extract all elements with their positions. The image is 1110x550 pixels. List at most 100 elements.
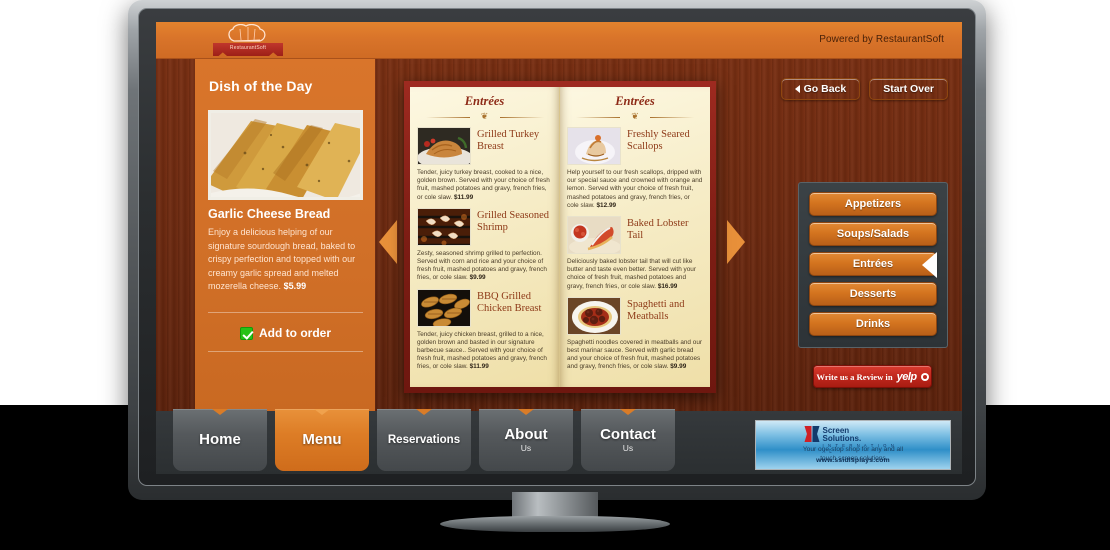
footer-nav: Home Menu Reservations About Us Contact [156,409,962,474]
lobster-tail-image [568,217,620,254]
category-button-soups-salads[interactable]: Soups/Salads [809,222,937,246]
spaghetti-meatballs-image [568,297,620,334]
monitor-stand-base [440,516,670,532]
menu-item-price: $12.99 [596,201,617,209]
tab-label: Contact [600,426,656,443]
sponsor-ad-banner[interactable]: Screen Solutions. I N T E R N A T I O N … [755,420,951,470]
menu-item-name: Grilled Seasoned Shrimp [477,209,550,233]
category-label: Entrées [852,258,894,270]
turkey-breast-image [418,128,470,164]
go-back-label: Go Back [803,83,847,95]
grilled-shrimp-image [418,208,470,245]
seared-scallops-image [568,128,620,164]
tab-about-us[interactable]: About Us [479,409,573,471]
menu-item-description: Tender, juicy turkey breast, cooked to a… [417,169,552,202]
restaurant-logo[interactable]: RestaurantSoft [213,23,283,58]
monitor-bezel: RestaurantSoft Powered by RestaurantSoft… [128,0,986,500]
menu-item-thumbnail [567,216,621,255]
dish-price: $5.99 [283,281,307,291]
start-over-label: Start Over [883,83,934,95]
menu-item-thumbnail [567,296,621,335]
menu-book: Entrées ❦ Grilled Turkey Breast Tender, … [404,81,716,393]
menu-item-thumbnail [417,207,471,246]
tab-reservations[interactable]: Reservations [377,409,471,471]
menu-page-right: Entrées ❦ Freshly Seared Scallops Help y… [560,87,710,387]
app-header: RestaurantSoft Powered by RestaurantSoft [156,22,962,59]
category-panel: Appetizers Soups/Salads Entrées Desserts… [798,182,948,348]
sponsor-name-line2: Solutions. [822,434,862,443]
tab-home[interactable]: Home [173,409,267,471]
menu-item[interactable]: Spaghetti and Meatballs Spaghetti noodle… [560,291,710,372]
menu-item-description: Spaghetti noodles covered in meatballs a… [567,339,703,372]
divider [208,312,363,313]
previous-page-arrow[interactable] [379,220,397,264]
category-label: Drinks [855,318,891,330]
monitor-inner-bezel: RestaurantSoft Powered by RestaurantSoft… [138,8,976,486]
tab-label: Reservations [387,434,461,446]
dish-description: Enjoy a delicious helping of our signatu… [208,226,366,294]
bbq-chicken-image [418,289,470,326]
garlic-bread-image [211,113,360,197]
menu-item-price: $9.99 [670,363,687,371]
tab-label: Menu [302,431,342,448]
menu-item-name: Grilled Turkey Breast [477,129,540,152]
powered-by-label: Powered by RestaurantSoft [819,34,944,45]
tab-label: Home [199,431,241,448]
menu-item[interactable]: Freshly Seared Scallops Help yourself to… [560,121,710,210]
flourish-divider-icon: ❦ [425,113,544,122]
navigation-buttons: Go Back Start Over [780,78,948,100]
menu-page-right-heading: Entrées [615,94,655,108]
category-button-drinks[interactable]: Drinks [809,312,937,336]
logo-ribbon-text: RestaurantSoft [229,45,267,51]
flourish-divider-icon: ❦ [576,113,694,122]
menu-item-price: $11.99 [453,193,474,201]
menu-item[interactable]: BBQ Grilled Chicken Breast Tender, juicy… [410,283,559,372]
logo-ribbon: RestaurantSoft [213,43,283,56]
menu-item[interactable]: Baked Lobster Tail Deliciously baked lob… [560,210,710,291]
category-button-entrees[interactable]: Entrées [809,252,937,278]
left-arrow-icon [379,220,397,264]
menu-item-name: Spaghetti and Meatballs [627,298,685,322]
checkbox-icon [240,326,253,340]
menu-item-price: $9.99 [469,274,486,282]
add-to-order-button[interactable]: Add to order [208,321,363,345]
go-back-button[interactable]: Go Back [780,78,861,100]
menu-item-description: Zesty, seasoned shrimp grilled to perfec… [417,250,552,283]
kiosk-screen: RestaurantSoft Powered by RestaurantSoft… [156,22,962,474]
dish-photo [208,110,363,200]
dish-description-text: Enjoy a delicious helping of our signatu… [208,227,356,291]
menu-item-description: Deliciously baked lobster tail that will… [567,258,703,291]
yelp-review-button[interactable]: Write us a Review in yelp [813,365,932,388]
menu-item-thumbnail [417,127,471,165]
menu-item[interactable]: Grilled Turkey Breast Tender, juicy turk… [410,121,559,202]
menu-item-thumbnail [417,288,471,327]
menu-page-left: Entrées ❦ Grilled Turkey Breast Tender, … [410,87,560,387]
menu-item-thumbnail [567,127,621,165]
tab-menu[interactable]: Menu [275,409,369,471]
nav-tabs: Home Menu Reservations About Us Contact [173,409,675,471]
menu-item-description: Help yourself to our fresh scallops, dri… [567,169,703,210]
category-button-appetizers[interactable]: Appetizers [809,192,937,216]
screen-solutions-mark-icon [804,426,820,442]
yelp-brand-label: yelp [896,370,918,383]
tab-contact-us[interactable]: Contact Us [581,409,675,471]
menu-item-description-text: Tender, juicy turkey breast, cooked to a… [417,169,550,201]
next-page-arrow[interactable] [727,220,745,264]
menu-item[interactable]: Grilled Seasoned Shrimp Zesty, seasoned … [410,202,559,283]
menu-item-name: Freshly Seared Scallops [627,129,690,152]
category-label: Soups/Salads [836,228,910,240]
menu-item-price: $11.99 [469,363,489,371]
menu-item-description: Tender, juicy chicken breast, grilled to… [417,331,552,372]
mark-red [804,426,812,442]
sponsor-url: www.ssidisplays.com [816,457,890,464]
start-over-button[interactable]: Start Over [869,78,948,100]
category-label: Desserts [849,288,897,300]
dish-of-the-day-panel: Dish of the Day Garlic Cheese Bread Enjo… [195,59,375,411]
menu-item-name: Baked Lobster Tail [627,218,689,242]
menu-book-pages: Entrées ❦ Grilled Turkey Breast Tender, … [410,87,710,387]
right-arrow-icon [727,220,745,264]
category-label: Appetizers [844,198,902,210]
left-triangle-icon [794,85,800,93]
category-button-desserts[interactable]: Desserts [809,282,937,306]
mark-blue [812,426,820,442]
